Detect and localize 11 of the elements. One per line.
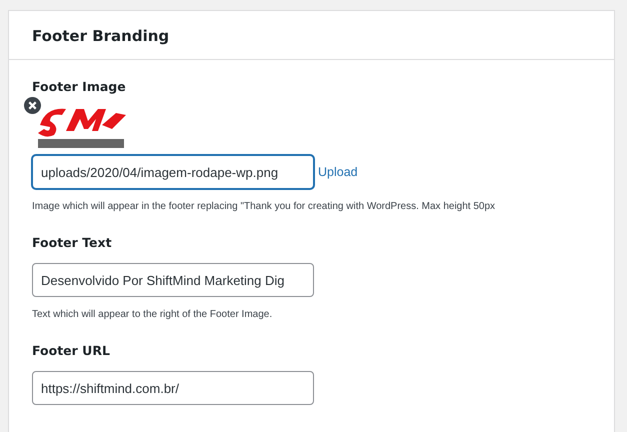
field-label: Footer Image <box>32 79 126 94</box>
field-label: Footer Text <box>32 235 112 250</box>
text-field[interactable]: https://shiftmind.com.br/ <box>32 371 314 405</box>
field-description: Text which will appear to the right of the Footer Image. <box>32 309 274 320</box>
field-label: Footer URL <box>32 343 110 358</box>
upload-link[interactable]: Upload <box>318 165 358 179</box>
panel-title: Footer Branding <box>32 27 170 45</box>
text-field[interactable]: uploads/2020/04/imagem-rodape-wp.png <box>32 155 314 189</box>
text-field[interactable]: Desenvolvido Por ShiftMind Marketing Dig <box>32 263 314 297</box>
close-icon[interactable] <box>24 97 41 114</box>
field-description: Image which will appear in the footer replacing "Thank you for creating with WordPress. Max height 50px <box>32 201 496 212</box>
